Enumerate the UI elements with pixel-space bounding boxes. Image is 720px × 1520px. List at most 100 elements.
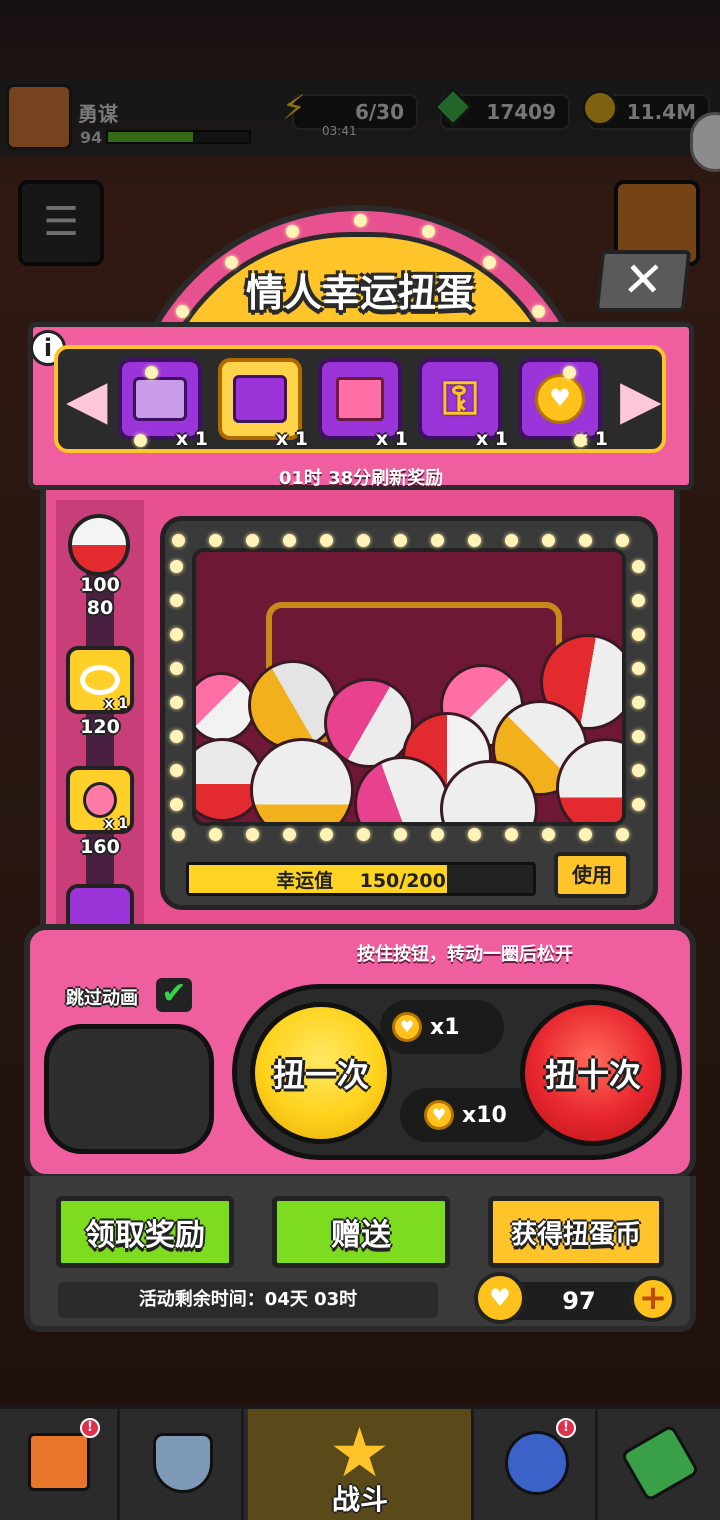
lucky-value: 150/200 — [359, 870, 446, 892]
light-bulb — [632, 560, 645, 573]
light-bulb — [283, 828, 296, 841]
reward-count: x 1 — [375, 428, 408, 450]
light-bulb — [616, 534, 629, 547]
event-title: 情人幸运扭蛋 — [245, 271, 474, 315]
milestone-count: x 1 — [104, 696, 128, 712]
light-bulb — [170, 764, 183, 777]
light-bulb — [170, 560, 183, 573]
get-coins-button[interactable]: 获得扭蛋币 — [488, 1196, 664, 1268]
light-bulb — [616, 828, 629, 841]
light-bulb — [246, 828, 259, 841]
reward-slot[interactable]: x 1 — [218, 358, 308, 450]
spin-ten-label: 扭十次 — [544, 1056, 641, 1094]
talent-orb-icon — [504, 1431, 569, 1495]
spin-once-label: 扭一次 — [272, 1056, 369, 1094]
spin-hint: 按住按钮，转动一圈后松开 — [357, 944, 573, 965]
light-bulb — [170, 662, 183, 675]
notification-badge: ! — [80, 1418, 100, 1438]
light-bulb — [431, 828, 444, 841]
light-bulb — [176, 304, 190, 318]
reward-slot[interactable]: ♥ x 1 — [518, 358, 608, 450]
light-bulb — [354, 214, 367, 227]
arrow-left-icon[interactable]: ◀ — [66, 370, 108, 432]
nav-battle-label: 战斗 — [331, 1483, 388, 1516]
light-bulb — [431, 534, 444, 547]
light-bulb — [134, 434, 147, 447]
light-bulb — [632, 628, 645, 641]
milestone-reward[interactable]: x 1 — [66, 646, 134, 714]
reward-count: x 1 — [475, 428, 508, 450]
light-bulb — [209, 534, 222, 547]
light-bulb — [505, 534, 518, 547]
milestone-value: 160 — [80, 836, 120, 858]
lucky-text: 幸运值 150/200 — [186, 866, 536, 893]
light-bulb — [632, 730, 645, 743]
notification-badge: ! — [556, 1418, 576, 1438]
nav-gear[interactable] — [124, 1409, 244, 1520]
light-bulb — [531, 304, 545, 318]
light-bulb — [574, 434, 587, 447]
light-bulb — [320, 534, 333, 547]
heart-coin-icon: ♥ — [424, 1100, 454, 1130]
light-bulb — [170, 594, 183, 607]
spin-once-cost-value: x1 — [430, 1014, 460, 1040]
close-button[interactable]: ✕ — [594, 250, 692, 312]
spin-ten-cost-value: x10 — [462, 1102, 507, 1128]
milestone-count: x 1 — [104, 816, 128, 832]
reward-slot[interactable]: ⚿ x 1 — [418, 358, 508, 450]
armor-icon — [152, 1433, 213, 1493]
gold-chest-icon — [233, 375, 287, 423]
game-screen: 勇谋 94 6/30 ⚡ 03:41 17409 11.4M ☰ 情人幸运扭蛋 … — [0, 0, 720, 1520]
add-coins-button[interactable]: + — [630, 1276, 676, 1322]
capsule-ball — [196, 672, 256, 742]
light-bulb — [246, 534, 259, 547]
capsule-glass — [192, 548, 626, 826]
checkmark-icon: ✔ — [161, 976, 187, 1011]
prize-chute — [44, 1024, 214, 1154]
claim-reward-button[interactable]: 领取奖励 — [56, 1196, 234, 1268]
key-icon: ⚿ — [442, 371, 478, 425]
light-bulb — [632, 764, 645, 777]
heart-coin-icon: ♥ — [392, 1012, 422, 1042]
arrow-right-icon[interactable]: ▶ — [620, 370, 662, 432]
light-bulb — [170, 628, 183, 641]
nav-talents[interactable] — [478, 1409, 598, 1520]
skip-animation-label: 跳过动画 — [66, 988, 138, 1009]
ring-icon — [80, 665, 120, 695]
capsule-ball — [248, 660, 338, 750]
light-bulb — [468, 828, 481, 841]
event-time-left: 活动剩余时间：04天 03时 — [58, 1282, 438, 1318]
light-bulb — [632, 594, 645, 607]
light-bulb — [632, 696, 645, 709]
light-bulb — [170, 730, 183, 743]
heart-coin-icon: ♥ — [474, 1272, 526, 1324]
light-bulb — [505, 828, 518, 841]
milestone-reward[interactable]: x 1 — [66, 766, 134, 834]
light-bulb — [283, 534, 296, 547]
reward-slot[interactable]: x 1 — [318, 358, 408, 450]
light-bulb — [170, 798, 183, 811]
spin-ten-button[interactable]: 扭十次 — [520, 1000, 666, 1146]
light-bulb — [209, 828, 222, 841]
dna-icon — [620, 1423, 700, 1503]
spin-once-button[interactable]: 扭一次 — [250, 1002, 392, 1144]
reward-count: x 1 — [175, 428, 208, 450]
light-bulb — [542, 828, 555, 841]
light-bulb — [394, 534, 407, 547]
nav-evolve[interactable] — [600, 1409, 720, 1520]
gift-button[interactable]: 赠送 — [272, 1196, 450, 1268]
use-button[interactable]: 使用 — [554, 852, 630, 898]
light-bulb — [394, 828, 407, 841]
light-bulb — [144, 366, 158, 380]
heart-coin-icon: ♥ — [535, 374, 585, 424]
reward-slot[interactable]: x 1 — [118, 358, 208, 450]
light-bulb — [632, 662, 645, 675]
milestone-value: 80 — [86, 597, 114, 619]
light-bulb — [170, 696, 183, 709]
light-bulb — [320, 828, 333, 841]
shop-icon — [27, 1433, 90, 1491]
light-bulb — [357, 828, 370, 841]
skip-animation-checkbox[interactable]: ✔ — [156, 978, 192, 1012]
nav-shop[interactable] — [0, 1409, 120, 1520]
light-bulb — [224, 256, 238, 270]
